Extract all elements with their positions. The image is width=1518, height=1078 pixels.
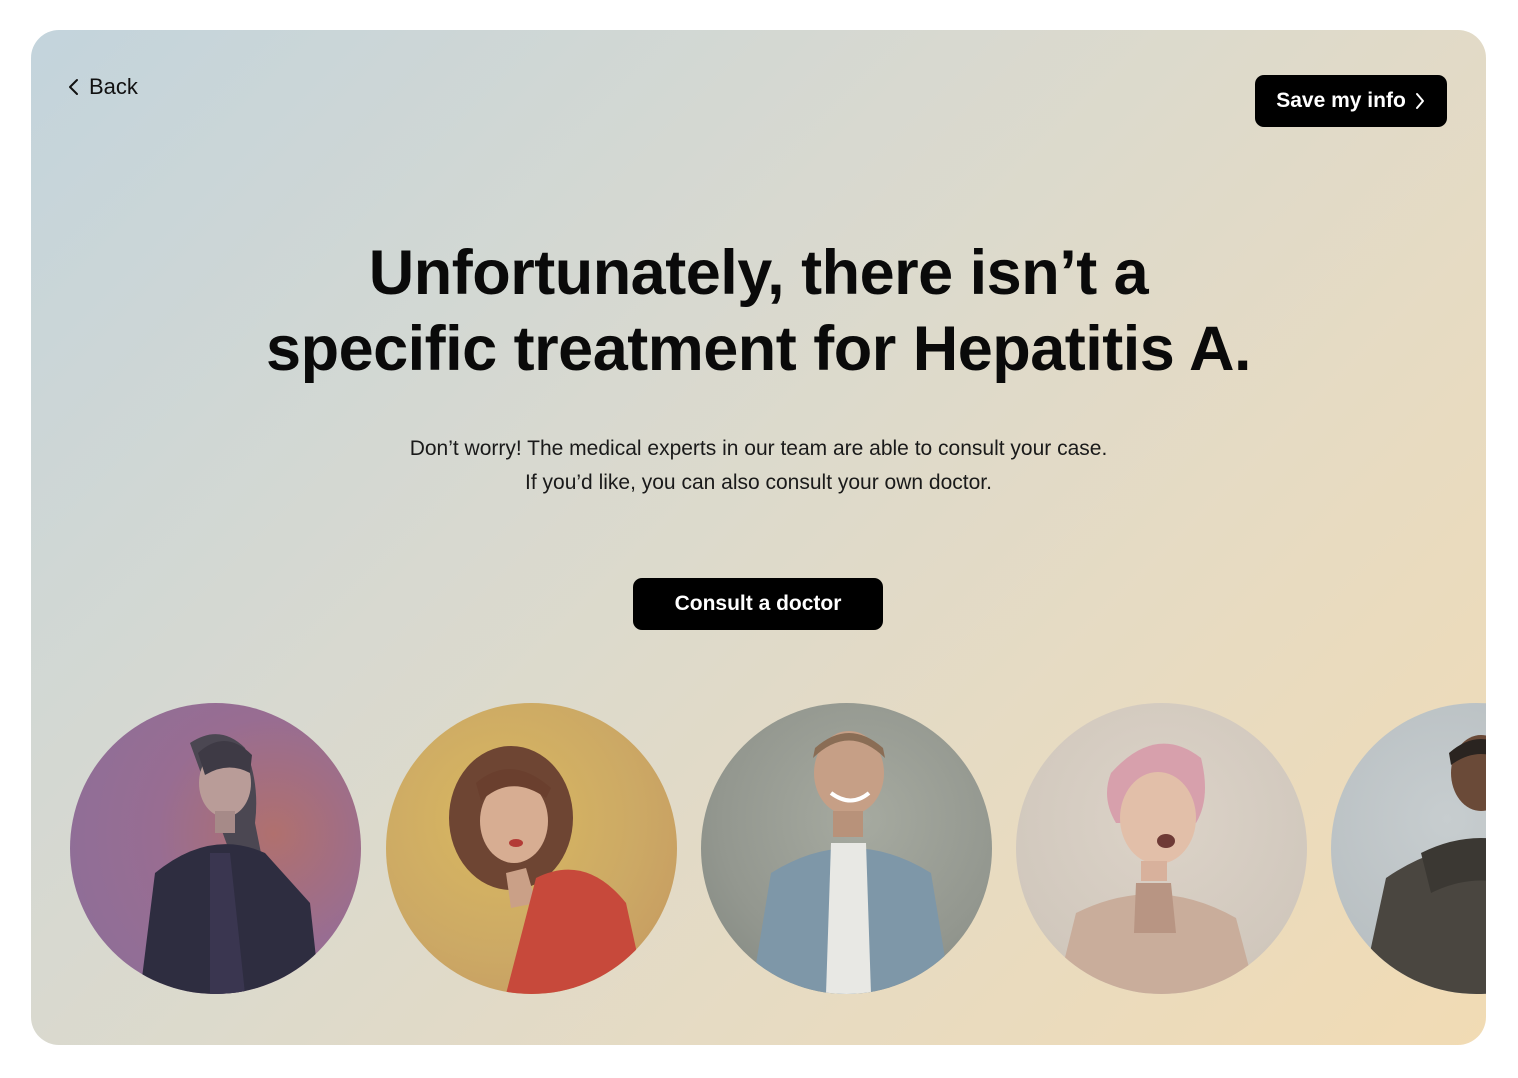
main-card: Back Save my info Unfortunately, there i… bbox=[31, 30, 1486, 1045]
headline-line-1: Unfortunately, there isn’t a bbox=[368, 238, 1149, 308]
back-button[interactable]: Back bbox=[67, 74, 138, 100]
doctor-avatar-4 bbox=[1016, 703, 1307, 994]
doctor-avatar-2 bbox=[386, 703, 677, 994]
person-photo-icon bbox=[1056, 743, 1256, 994]
doctor-avatar-3 bbox=[701, 703, 992, 994]
consult-doctor-button[interactable]: Consult a doctor bbox=[633, 578, 883, 630]
page-title: Unfortunately, there isn’t a specific tr… bbox=[31, 235, 1486, 387]
headline-line-2: specific treatment for Hepatitis A. bbox=[266, 314, 1251, 384]
person-photo-icon bbox=[1361, 735, 1486, 994]
doctor-avatar-1 bbox=[70, 703, 361, 994]
subtitle: Don’t worry! The medical experts in our … bbox=[31, 432, 1486, 500]
consult-label: Consult a doctor bbox=[674, 592, 842, 615]
chevron-left-icon bbox=[69, 79, 78, 95]
subtitle-line-2: If you’d like, you can also consult your… bbox=[525, 471, 992, 494]
save-label: Save my info bbox=[1276, 89, 1406, 112]
person-photo-icon bbox=[449, 746, 646, 994]
back-label: Back bbox=[89, 74, 138, 99]
chevron-right-icon bbox=[1415, 93, 1424, 109]
save-my-info-button[interactable]: Save my info bbox=[1255, 75, 1447, 127]
person-photo-icon bbox=[140, 734, 320, 994]
doctor-avatar-5 bbox=[1331, 703, 1486, 994]
subtitle-line-1: Don’t worry! The medical experts in our … bbox=[409, 437, 1108, 460]
person-photo-icon bbox=[751, 731, 951, 994]
